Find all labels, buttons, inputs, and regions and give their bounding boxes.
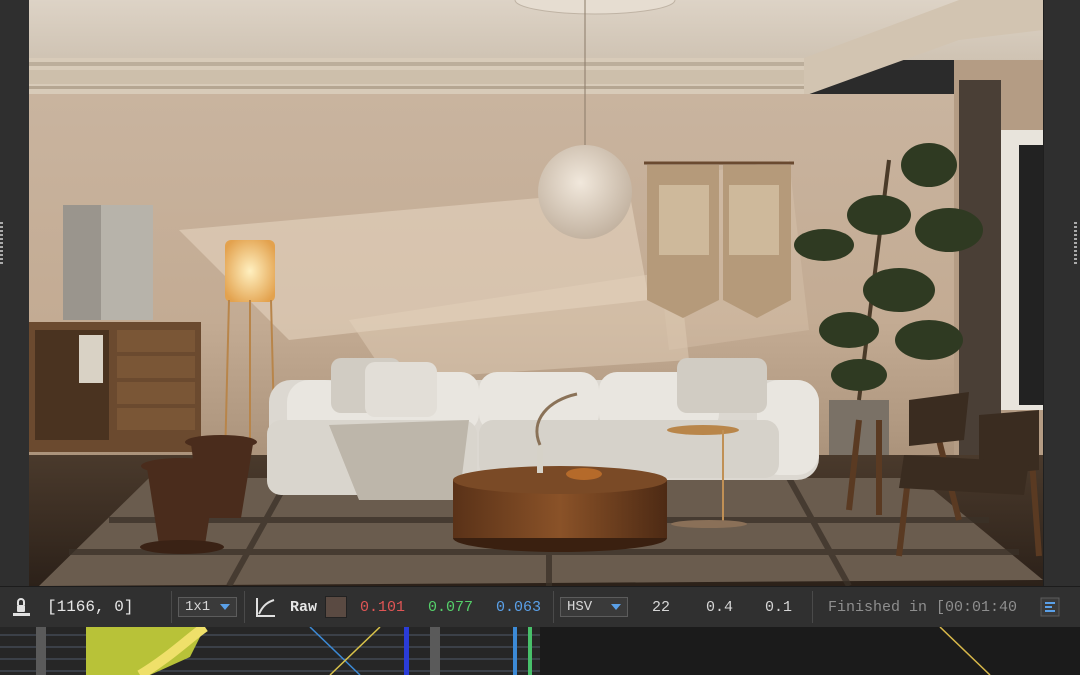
separator xyxy=(812,591,813,623)
render-status: Finished in [00:01:40 xyxy=(828,598,1018,616)
status-bar: [1166, 0] 1x1 Raw 0.101 0.077 0.063 HSV … xyxy=(0,586,1080,628)
left-resize-handle[interactable] xyxy=(0,222,3,266)
color-space-dropdown[interactable]: HSV xyxy=(560,597,628,617)
saturation-value: 0.4 xyxy=(706,598,734,616)
render-viewport[interactable] xyxy=(29,0,1043,586)
right-frame xyxy=(1043,0,1080,586)
chevron-down-icon xyxy=(220,604,231,610)
separator xyxy=(244,591,245,623)
sample-size-value: 1x1 xyxy=(185,599,211,615)
pin-lock-icon[interactable] xyxy=(10,587,34,627)
separator xyxy=(171,591,172,623)
hue-value: 22 xyxy=(652,598,671,616)
right-resize-handle[interactable] xyxy=(1074,222,1077,266)
left-frame xyxy=(0,0,30,586)
display-mode-label[interactable]: Raw xyxy=(290,587,317,627)
chevron-down-icon xyxy=(611,604,621,610)
blue-value: 0.063 xyxy=(496,598,542,616)
pixel-coordinates: [1166, 0] xyxy=(47,598,134,616)
curve-icon[interactable] xyxy=(254,587,278,627)
red-value: 0.101 xyxy=(360,598,406,616)
value-value: 0.1 xyxy=(765,598,793,616)
color-space-value: HSV xyxy=(567,599,593,615)
separator xyxy=(553,591,554,623)
sample-size-dropdown[interactable]: 1x1 xyxy=(178,597,238,617)
pendant-lamp xyxy=(538,145,632,239)
panel-menu-icon[interactable] xyxy=(1040,587,1060,627)
green-value: 0.077 xyxy=(428,598,474,616)
node-graph-preview[interactable] xyxy=(0,627,1080,675)
color-swatch xyxy=(325,596,347,618)
